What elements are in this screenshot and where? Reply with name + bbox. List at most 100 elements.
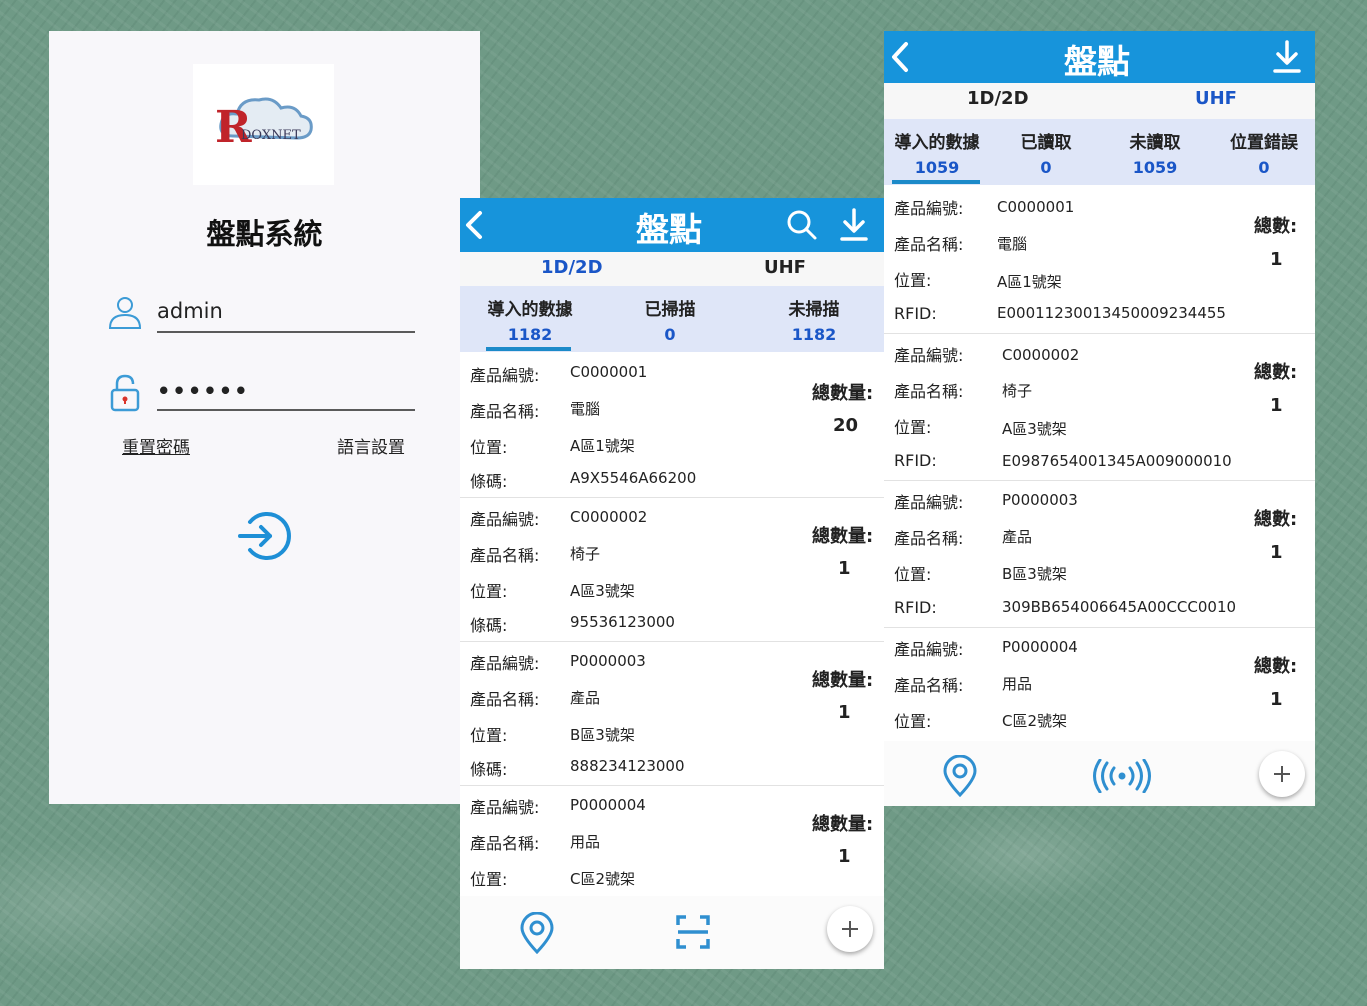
stat-scanned[interactable]: 已掃描 0 (620, 295, 720, 344)
location-label: 位置: (470, 582, 508, 601)
code-label: 產品編號: (470, 798, 540, 817)
login-screen: R DOXNET 盤點系統 admin •••••• 重置密碼 語言設置 (49, 31, 480, 804)
scan-icon[interactable] (675, 914, 711, 950)
mode-tabs: 1D/2D UHF (460, 252, 884, 286)
location-label: 位置: (894, 271, 932, 290)
location-label: 位置: (894, 712, 932, 731)
stat-label: 已讀取 (1020, 133, 1072, 153)
list-item[interactable]: 產品編號: C0000002 產品名稱: 椅子 位置: A區3號架 RFID: … (884, 334, 1315, 482)
stat-read[interactable]: 已讀取 0 (996, 128, 1096, 177)
stat-imported[interactable]: 導入的數據 1182 (480, 295, 580, 344)
list-item[interactable]: 產品編號: P0000003 產品名稱: 產品 位置: B區3號架 RFID: … (884, 481, 1315, 629)
tab-uhf[interactable]: UHF (1195, 88, 1237, 109)
location-pin-icon[interactable] (942, 755, 978, 797)
code-value: C0000002 (570, 508, 648, 526)
stat-imported[interactable]: 導入的數據 1059 (887, 128, 987, 177)
name-value: 椅子 (1002, 382, 1033, 400)
total-value: 1 (1270, 689, 1283, 710)
mode-tabs: 1D/2D UHF (884, 83, 1315, 119)
stat-unscanned[interactable]: 未掃描 1182 (764, 295, 864, 344)
stat-label: 未掃描 (788, 300, 840, 320)
password-field[interactable]: •••••• (157, 379, 415, 411)
page-title: 盤點 (636, 210, 702, 249)
lock-icon (110, 374, 140, 412)
page-title: 盤點 (1064, 42, 1130, 81)
stat-value: 0 (1258, 158, 1270, 177)
active-tab-indicator (486, 347, 571, 351)
barcode-value: 888234123000 (570, 757, 685, 775)
barcode-value: A9X5546A66200 (570, 469, 697, 487)
tab-1d2d[interactable]: 1D/2D (967, 88, 1029, 109)
name-label: 產品名稱: (894, 529, 964, 548)
name-label: 產品名稱: (894, 676, 964, 695)
tab-uhf[interactable]: UHF (764, 257, 806, 278)
code-value: C0000001 (570, 363, 648, 381)
total-label: 總數: (1254, 216, 1298, 237)
name-value: 電腦 (570, 400, 601, 418)
language-settings-link[interactable]: 語言設置 (337, 433, 405, 458)
code-label: 產品編號: (894, 199, 964, 218)
location-value: B區3號架 (1002, 565, 1067, 583)
list-item[interactable]: 產品編號: P0000004 產品名稱: 用品 位置: C區2號架 總數: 1 (884, 628, 1315, 741)
stat-label: 導入的數據 (487, 300, 573, 320)
total-label: 總數量: (812, 670, 874, 691)
stat-label: 未讀取 (1129, 133, 1181, 153)
bottom-toolbar (460, 896, 884, 969)
add-button[interactable] (827, 906, 873, 952)
code-value: P0000003 (570, 652, 646, 670)
stats-bar: 導入的數據 1059 已讀取 0 未讀取 1059 位置錯誤 0 (884, 119, 1315, 185)
download-icon[interactable] (1273, 40, 1301, 74)
location-value: A區1號架 (570, 437, 635, 455)
bottom-toolbar (884, 741, 1315, 806)
location-pin-icon[interactable] (519, 912, 555, 954)
username-field[interactable]: admin (157, 299, 415, 333)
stat-unread[interactable]: 未讀取 1059 (1105, 128, 1205, 177)
name-label: 產品名稱: (894, 382, 964, 401)
list-item[interactable]: 產品編號: C0000002 產品名稱: 椅子 位置: A區3號架 條碼: 95… (460, 498, 884, 643)
barcode-label: 條碼: (470, 616, 508, 635)
list-item[interactable]: 產品編號: P0000004 產品名稱: 用品 位置: C區2號架 總數量: 1 (460, 786, 884, 896)
code-value: P0000003 (1002, 491, 1078, 509)
total-label: 總數量: (812, 814, 874, 835)
code-label: 產品編號: (470, 654, 540, 673)
location-value: C區2號架 (570, 870, 636, 888)
code-label: 產品編號: (894, 346, 964, 365)
login-title: 盤點系統 (206, 217, 323, 251)
list-item[interactable]: 產品編號: P0000003 產品名稱: 產品 位置: B區3號架 條碼: 88… (460, 642, 884, 787)
name-label: 產品名稱: (470, 402, 540, 421)
list-item[interactable]: 產品編號: C0000001 產品名稱: 電腦 位置: A區1號架 RFID: … (884, 187, 1315, 335)
tab-1d2d[interactable]: 1D/2D (541, 257, 603, 278)
name-value: 用品 (570, 833, 601, 851)
code-value: P0000004 (1002, 638, 1078, 656)
login-arrow-icon[interactable] (236, 510, 292, 562)
add-button[interactable] (1259, 751, 1305, 797)
rfid-signal-icon[interactable] (1092, 759, 1152, 793)
location-value: A區3號架 (570, 582, 635, 600)
location-label: 位置: (894, 418, 932, 437)
plus-icon (842, 921, 858, 937)
search-icon[interactable] (786, 209, 818, 241)
total-value: 1 (1270, 395, 1283, 416)
back-icon[interactable] (464, 210, 484, 240)
active-tab-indicator (892, 180, 980, 184)
name-value: 椅子 (570, 545, 601, 563)
stat-wrong-location[interactable]: 位置錯誤 0 (1214, 128, 1314, 177)
name-label: 產品名稱: (470, 690, 540, 709)
stat-value: 0 (1040, 158, 1052, 177)
app-bar: 盤點 (884, 31, 1315, 83)
download-icon[interactable] (840, 208, 868, 242)
total-label: 總數: (1254, 362, 1298, 383)
back-icon[interactable] (890, 41, 910, 73)
rfid-value: 309BB654006645A00CCC0010 (1002, 598, 1237, 616)
stat-value: 0 (664, 325, 676, 344)
location-value: C區2號架 (1002, 712, 1068, 730)
barcode-inventory-screen: 盤點 1D/2D UHF 導入的數據 1182 已掃描 0 未掃描 1182 產 (460, 198, 884, 969)
reset-password-link[interactable]: 重置密碼 (122, 433, 190, 458)
code-label: 產品編號: (470, 366, 540, 385)
code-value: C0000002 (1002, 346, 1080, 364)
list-item[interactable]: 產品編號: C0000001 產品名稱: 電腦 位置: A區1號架 條碼: A9… (460, 354, 884, 499)
location-label: 位置: (894, 565, 932, 584)
company-logo: R DOXNET (193, 64, 334, 185)
rfid-value: E00011230013450009234455 (997, 304, 1226, 322)
stat-value: 1059 (1132, 158, 1178, 177)
